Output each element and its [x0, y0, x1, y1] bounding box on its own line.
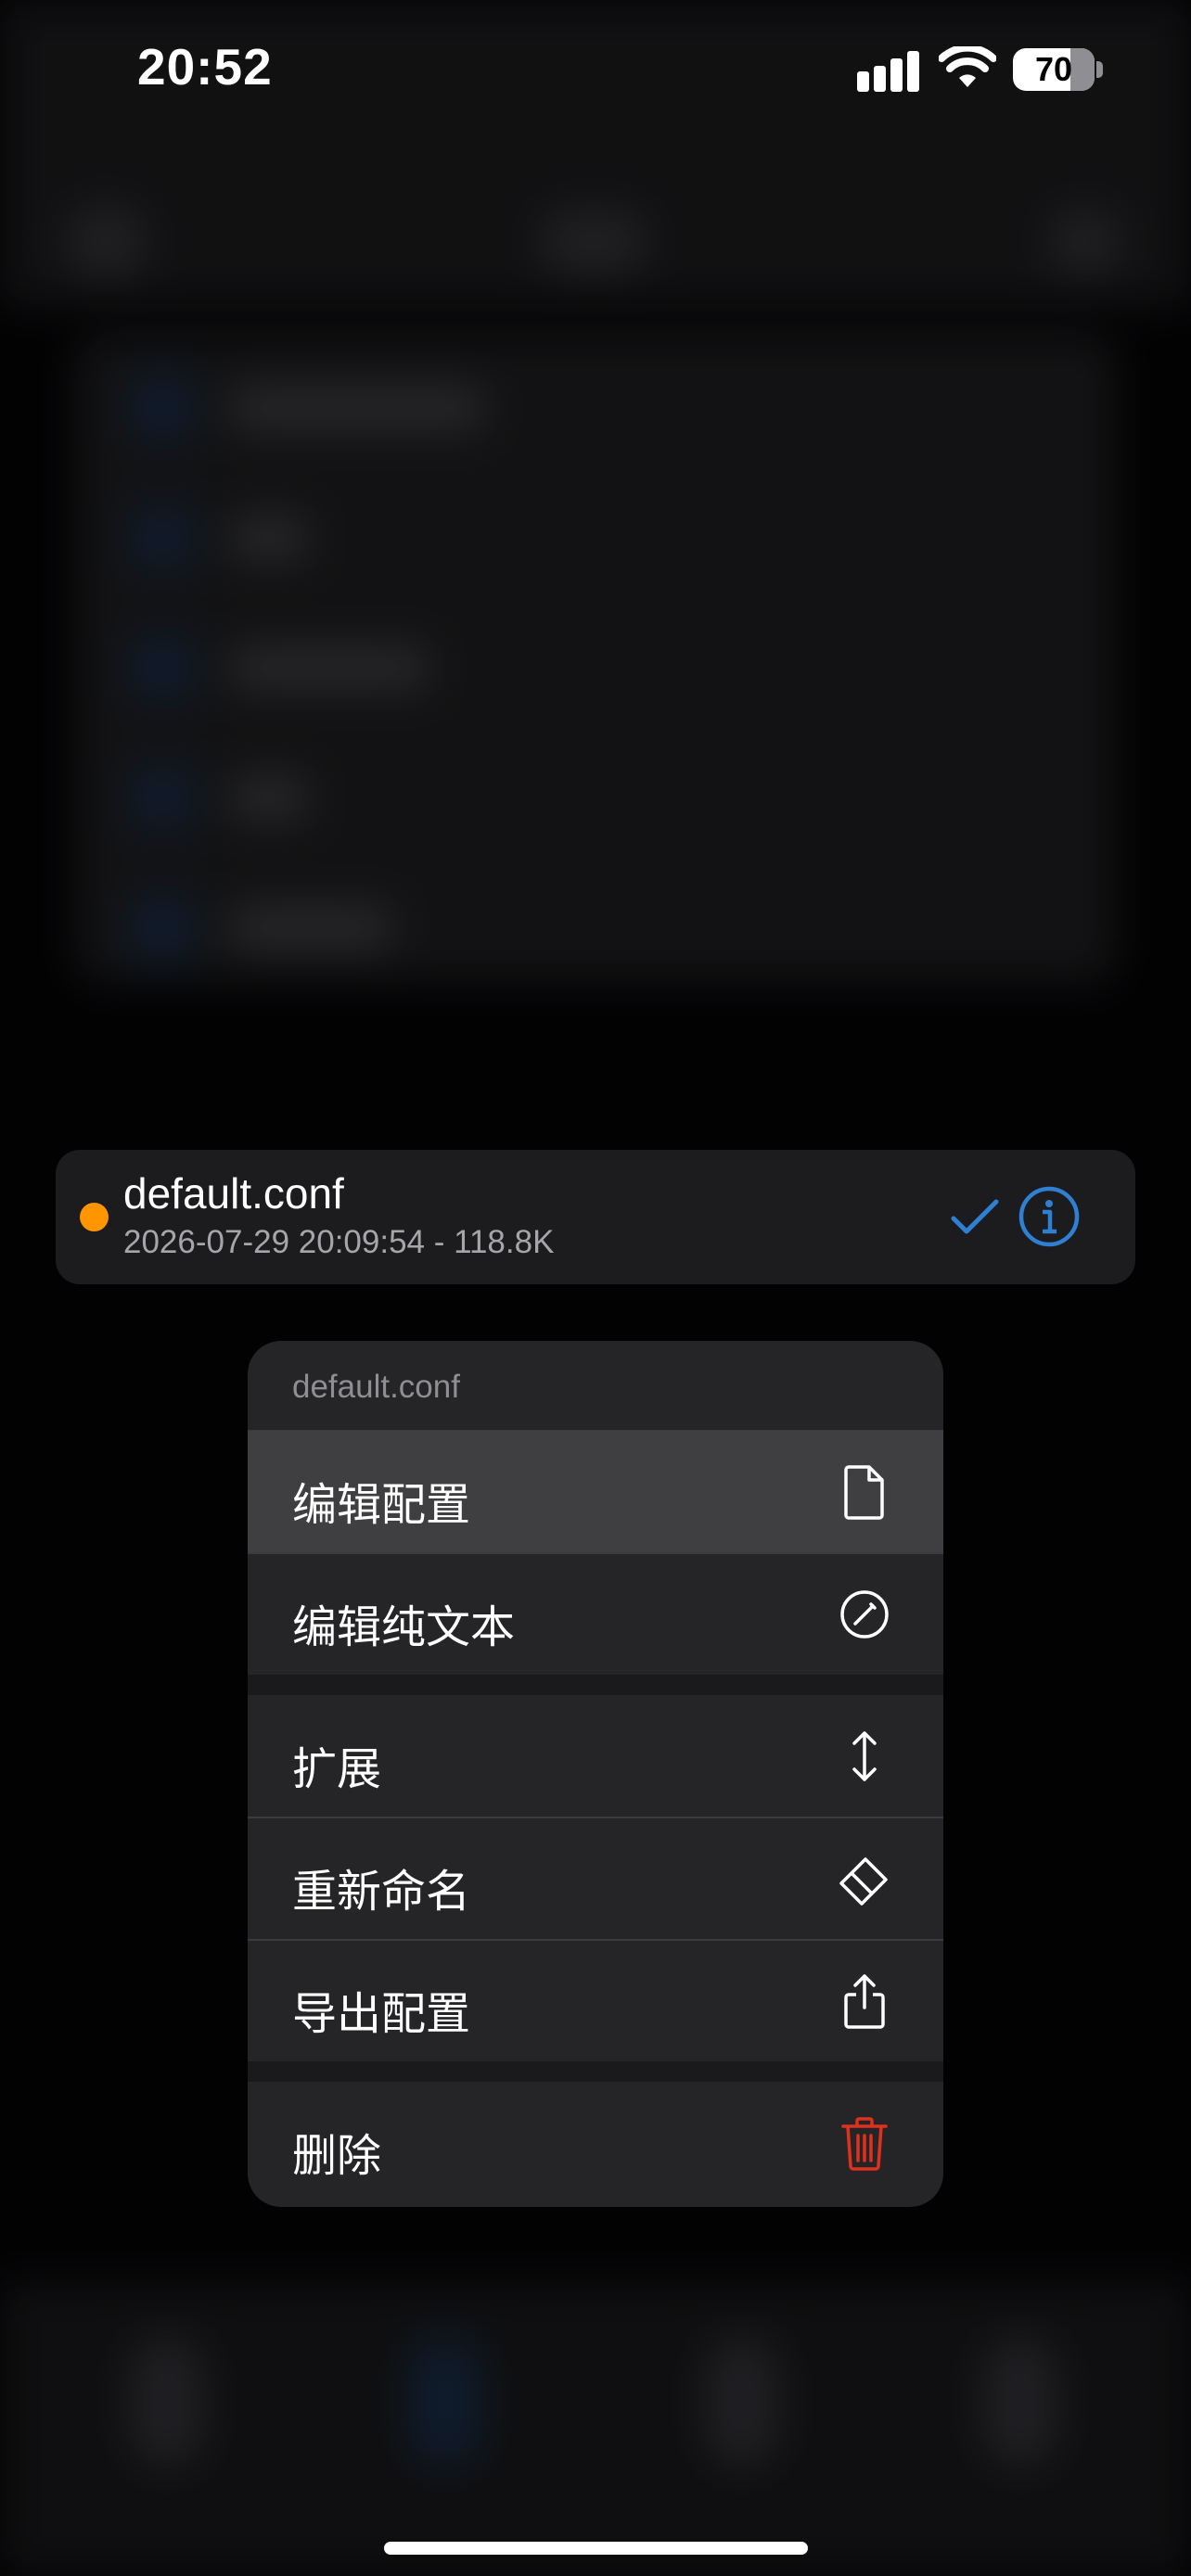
menu-item-export-config[interactable]: 导出配置	[248, 1940, 943, 2061]
context-menu: default.conf 编辑配置 编辑纯文本 扩展 重新命名 导出配置 删除	[248, 1341, 943, 2207]
battery-cap	[1096, 61, 1103, 78]
document-icon	[844, 1465, 884, 1520]
menu-group-separator	[248, 1675, 943, 1695]
cellular-signal-icon	[857, 51, 920, 92]
trash-icon	[841, 2117, 888, 2171]
share-icon	[844, 1974, 885, 2029]
menu-item-label: 导出配置	[292, 1990, 471, 2039]
config-file-name: default.conf	[123, 1169, 344, 1218]
battery-icon: 70	[1013, 48, 1095, 91]
menu-item-label: 删除	[292, 2132, 382, 2181]
menu-item-label: 编辑配置	[292, 1481, 471, 1530]
eraser-icon	[839, 1857, 888, 1906]
menu-group-separator	[248, 2061, 943, 2082]
info-icon[interactable]	[1018, 1185, 1081, 1248]
menu-item-delete[interactable]: 删除	[248, 2082, 943, 2203]
slash-circle-icon	[840, 1590, 889, 1639]
up-down-arrows-icon	[852, 1731, 877, 1781]
menu-item-expand[interactable]: 扩展	[248, 1695, 943, 1817]
battery-level: 70	[1034, 50, 1073, 88]
context-menu-header: default.conf	[248, 1341, 943, 1431]
context-menu-title: default.conf	[292, 1369, 460, 1405]
home-indicator[interactable]	[384, 2542, 808, 2555]
config-file-meta: 2026-07-29 20:09:54 - 118.8K	[123, 1224, 555, 1260]
wifi-icon	[939, 46, 996, 87]
checkmark-icon	[951, 1199, 999, 1234]
status-time: 20:52	[137, 38, 273, 96]
menu-item-rename[interactable]: 重新命名	[248, 1817, 943, 1939]
menu-item-label: 编辑纯文本	[292, 1603, 516, 1652]
menu-item-edit-plain-text[interactable]: 编辑纯文本	[248, 1553, 943, 1675]
menu-item-edit-config[interactable]: 编辑配置	[248, 1431, 943, 1552]
config-status-dot	[80, 1203, 109, 1231]
menu-item-label: 重新命名	[292, 1868, 471, 1917]
menu-item-label: 扩展	[292, 1745, 382, 1794]
